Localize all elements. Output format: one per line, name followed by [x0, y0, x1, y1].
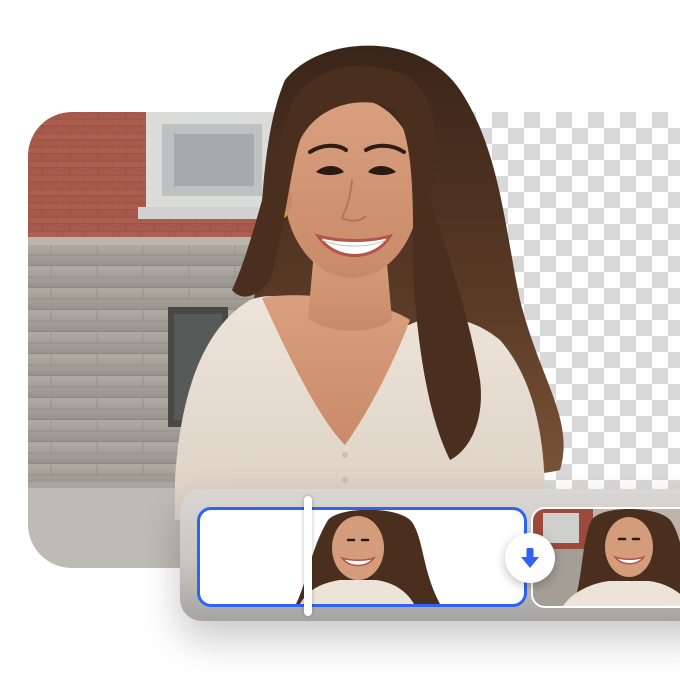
removed-background-thumbnail[interactable]	[197, 507, 527, 607]
comparison-scrubber-handle[interactable]	[304, 496, 312, 616]
background-removal-preview	[0, 0, 680, 680]
thumbnail-original	[533, 509, 680, 606]
thumbnail-subject	[296, 510, 440, 604]
arrow-down-icon	[521, 548, 539, 568]
download-button[interactable]	[505, 533, 555, 583]
